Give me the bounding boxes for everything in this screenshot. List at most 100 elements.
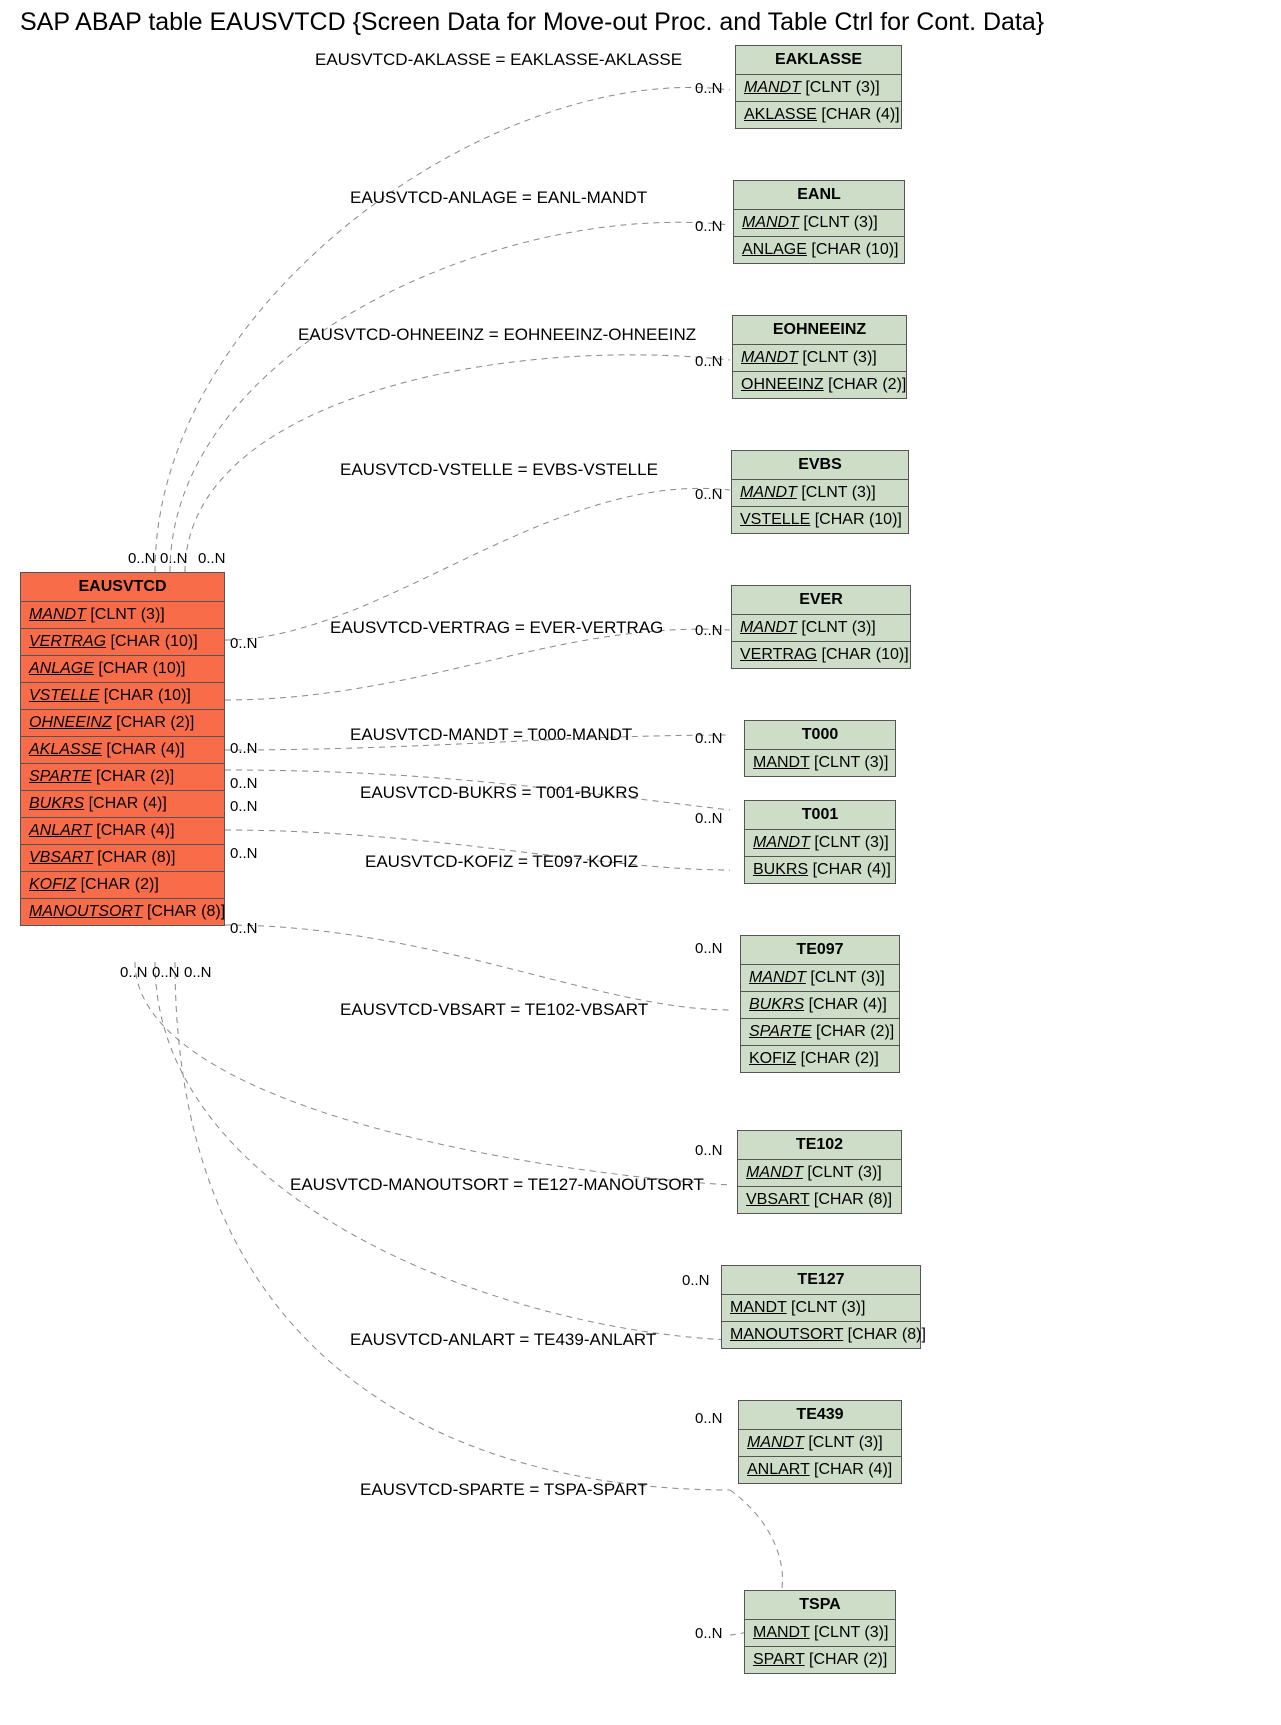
entity-header: TSPA bbox=[745, 1591, 895, 1620]
entity-evbs: EVBS MANDT [CLNT (3)] VSTELLE [CHAR (10)… bbox=[731, 450, 909, 534]
cardinality-label: 0..N bbox=[695, 1410, 723, 1427]
relation-label: EAUSVTCD-VSTELLE = EVBS-VSTELLE bbox=[340, 460, 658, 480]
field-row: OHNEEINZ [CHAR (2)] bbox=[21, 710, 224, 737]
entity-header: T000 bbox=[745, 721, 895, 750]
field-row: BUKRS [CHAR (4)] bbox=[741, 992, 899, 1019]
cardinality-label: 0..N bbox=[230, 635, 258, 652]
page-title: SAP ABAP table EAUSVTCD {Screen Data for… bbox=[20, 8, 1044, 37]
cardinality-label: 0..N bbox=[128, 550, 156, 567]
field-row: SPARTE [CHAR (2)] bbox=[741, 1019, 899, 1046]
cardinality-label: 0..N bbox=[695, 80, 723, 97]
relation-label: EAUSVTCD-KOFIZ = TE097-KOFIZ bbox=[365, 852, 638, 872]
entity-tspa: TSPA MANDT [CLNT (3)] SPART [CHAR (2)] bbox=[744, 1590, 896, 1674]
field-row: VERTRAG [CHAR (10)] bbox=[732, 642, 910, 668]
entity-eanl: EANL MANDT [CLNT (3)] ANLAGE [CHAR (10)] bbox=[733, 180, 905, 264]
cardinality-label: 0..N bbox=[152, 964, 180, 981]
entity-te102: TE102 MANDT [CLNT (3)] VBSART [CHAR (8)] bbox=[737, 1130, 902, 1214]
entity-te439: TE439 MANDT [CLNT (3)] ANLART [CHAR (4)] bbox=[738, 1400, 902, 1484]
cardinality-label: 0..N bbox=[230, 775, 258, 792]
cardinality-label: 0..N bbox=[230, 920, 258, 937]
cardinality-label: 0..N bbox=[120, 964, 148, 981]
entity-t001: T001 MANDT [CLNT (3)] BUKRS [CHAR (4)] bbox=[744, 800, 896, 884]
relation-label: EAUSVTCD-VERTRAG = EVER-VERTRAG bbox=[330, 618, 663, 638]
entity-header: EAKLASSE bbox=[736, 46, 901, 75]
field-row: BUKRS [CHAR (4)] bbox=[21, 791, 224, 818]
relation-label: EAUSVTCD-AKLASSE = EAKLASSE-AKLASSE bbox=[315, 50, 682, 70]
relation-label: EAUSVTCD-OHNEEINZ = EOHNEEINZ-OHNEEINZ bbox=[298, 325, 696, 345]
cardinality-label: 0..N bbox=[695, 353, 723, 370]
cardinality-label: 0..N bbox=[695, 810, 723, 827]
field-row: MANOUTSORT [CHAR (8)] bbox=[722, 1322, 920, 1348]
field-row: MANDT [CLNT (3)] bbox=[732, 615, 910, 642]
field-row: MANDT [CLNT (3)] bbox=[733, 345, 906, 372]
field-row: VSTELLE [CHAR (10)] bbox=[732, 507, 908, 533]
entity-header: TE102 bbox=[738, 1131, 901, 1160]
field-row: KOFIZ [CHAR (2)] bbox=[21, 872, 224, 899]
field-row: MANDT [CLNT (3)] bbox=[745, 830, 895, 857]
entity-header: T001 bbox=[745, 801, 895, 830]
field-row: ANLAGE [CHAR (10)] bbox=[21, 656, 224, 683]
relation-label: EAUSVTCD-SPARTE = TSPA-SPART bbox=[360, 1480, 648, 1500]
field-row: MANOUTSORT [CHAR (8)] bbox=[21, 899, 224, 925]
cardinality-label: 0..N bbox=[160, 550, 188, 567]
field-row: VSTELLE [CHAR (10)] bbox=[21, 683, 224, 710]
field-row: AKLASSE [CHAR (4)] bbox=[736, 102, 901, 128]
field-row: MANDT [CLNT (3)] bbox=[745, 1620, 895, 1647]
cardinality-label: 0..N bbox=[230, 740, 258, 757]
cardinality-label: 0..N bbox=[695, 940, 723, 957]
field-row: SPART [CHAR (2)] bbox=[745, 1647, 895, 1673]
entity-header: EOHNEEINZ bbox=[733, 316, 906, 345]
field-row: BUKRS [CHAR (4)] bbox=[745, 857, 895, 883]
cardinality-label: 0..N bbox=[230, 798, 258, 815]
field-row: AKLASSE [CHAR (4)] bbox=[21, 737, 224, 764]
field-row: MANDT [CLNT (3)] bbox=[741, 965, 899, 992]
entity-header: TE097 bbox=[741, 936, 899, 965]
entity-header: TE439 bbox=[739, 1401, 901, 1430]
field-row: MANDT [CLNT (3)] bbox=[739, 1430, 901, 1457]
relation-label: EAUSVTCD-MANOUTSORT = TE127-MANOUTSORT bbox=[290, 1175, 704, 1195]
cardinality-label: 0..N bbox=[230, 845, 258, 862]
entity-te097: TE097 MANDT [CLNT (3)] BUKRS [CHAR (4)] … bbox=[740, 935, 900, 1073]
relation-label: EAUSVTCD-BUKRS = T001-BUKRS bbox=[360, 783, 639, 803]
field-row: MANDT [CLNT (3)] bbox=[734, 210, 904, 237]
entity-eohneeinz: EOHNEEINZ MANDT [CLNT (3)] OHNEEINZ [CHA… bbox=[732, 315, 907, 399]
entity-header: EAUSVTCD bbox=[21, 573, 224, 602]
entity-ever: EVER MANDT [CLNT (3)] VERTRAG [CHAR (10)… bbox=[731, 585, 911, 669]
cardinality-label: 0..N bbox=[695, 218, 723, 235]
field-row: MANDT [CLNT (3)] bbox=[722, 1295, 920, 1322]
field-row: MANDT [CLNT (3)] bbox=[21, 602, 224, 629]
field-row: SPARTE [CHAR (2)] bbox=[21, 764, 224, 791]
entity-t000: T000 MANDT [CLNT (3)] bbox=[744, 720, 896, 777]
field-row: VBSART [CHAR (8)] bbox=[738, 1187, 901, 1213]
entity-eaklasse: EAKLASSE MANDT [CLNT (3)] AKLASSE [CHAR … bbox=[735, 45, 902, 129]
cardinality-label: 0..N bbox=[695, 1142, 723, 1159]
cardinality-label: 0..N bbox=[184, 964, 212, 981]
cardinality-label: 0..N bbox=[695, 622, 723, 639]
entity-header: EVER bbox=[732, 586, 910, 615]
relation-label: EAUSVTCD-ANLART = TE439-ANLART bbox=[350, 1330, 656, 1350]
cardinality-label: 0..N bbox=[695, 486, 723, 503]
field-row: MANDT [CLNT (3)] bbox=[745, 750, 895, 776]
field-row: MANDT [CLNT (3)] bbox=[738, 1160, 901, 1187]
field-row: VERTRAG [CHAR (10)] bbox=[21, 629, 224, 656]
cardinality-label: 0..N bbox=[695, 730, 723, 747]
entity-header: EANL bbox=[734, 181, 904, 210]
field-row: ANLART [CHAR (4)] bbox=[739, 1457, 901, 1483]
field-row: MANDT [CLNT (3)] bbox=[736, 75, 901, 102]
entity-eausvtcd: EAUSVTCD MANDT [CLNT (3)] VERTRAG [CHAR … bbox=[20, 572, 225, 926]
relation-label: EAUSVTCD-VBSART = TE102-VBSART bbox=[340, 1000, 648, 1020]
relation-label: EAUSVTCD-ANLAGE = EANL-MANDT bbox=[350, 188, 647, 208]
relation-label: EAUSVTCD-MANDT = T000-MANDT bbox=[350, 725, 632, 745]
field-row: ANLART [CHAR (4)] bbox=[21, 818, 224, 845]
entity-header: TE127 bbox=[722, 1266, 920, 1295]
cardinality-label: 0..N bbox=[695, 1625, 723, 1642]
entity-header: EVBS bbox=[732, 451, 908, 480]
cardinality-label: 0..N bbox=[198, 550, 226, 567]
field-row: KOFIZ [CHAR (2)] bbox=[741, 1046, 899, 1072]
field-row: MANDT [CLNT (3)] bbox=[732, 480, 908, 507]
field-row: OHNEEINZ [CHAR (2)] bbox=[733, 372, 906, 398]
field-row: VBSART [CHAR (8)] bbox=[21, 845, 224, 872]
entity-te127: TE127 MANDT [CLNT (3)] MANOUTSORT [CHAR … bbox=[721, 1265, 921, 1349]
field-row: ANLAGE [CHAR (10)] bbox=[734, 237, 904, 263]
cardinality-label: 0..N bbox=[682, 1272, 710, 1289]
